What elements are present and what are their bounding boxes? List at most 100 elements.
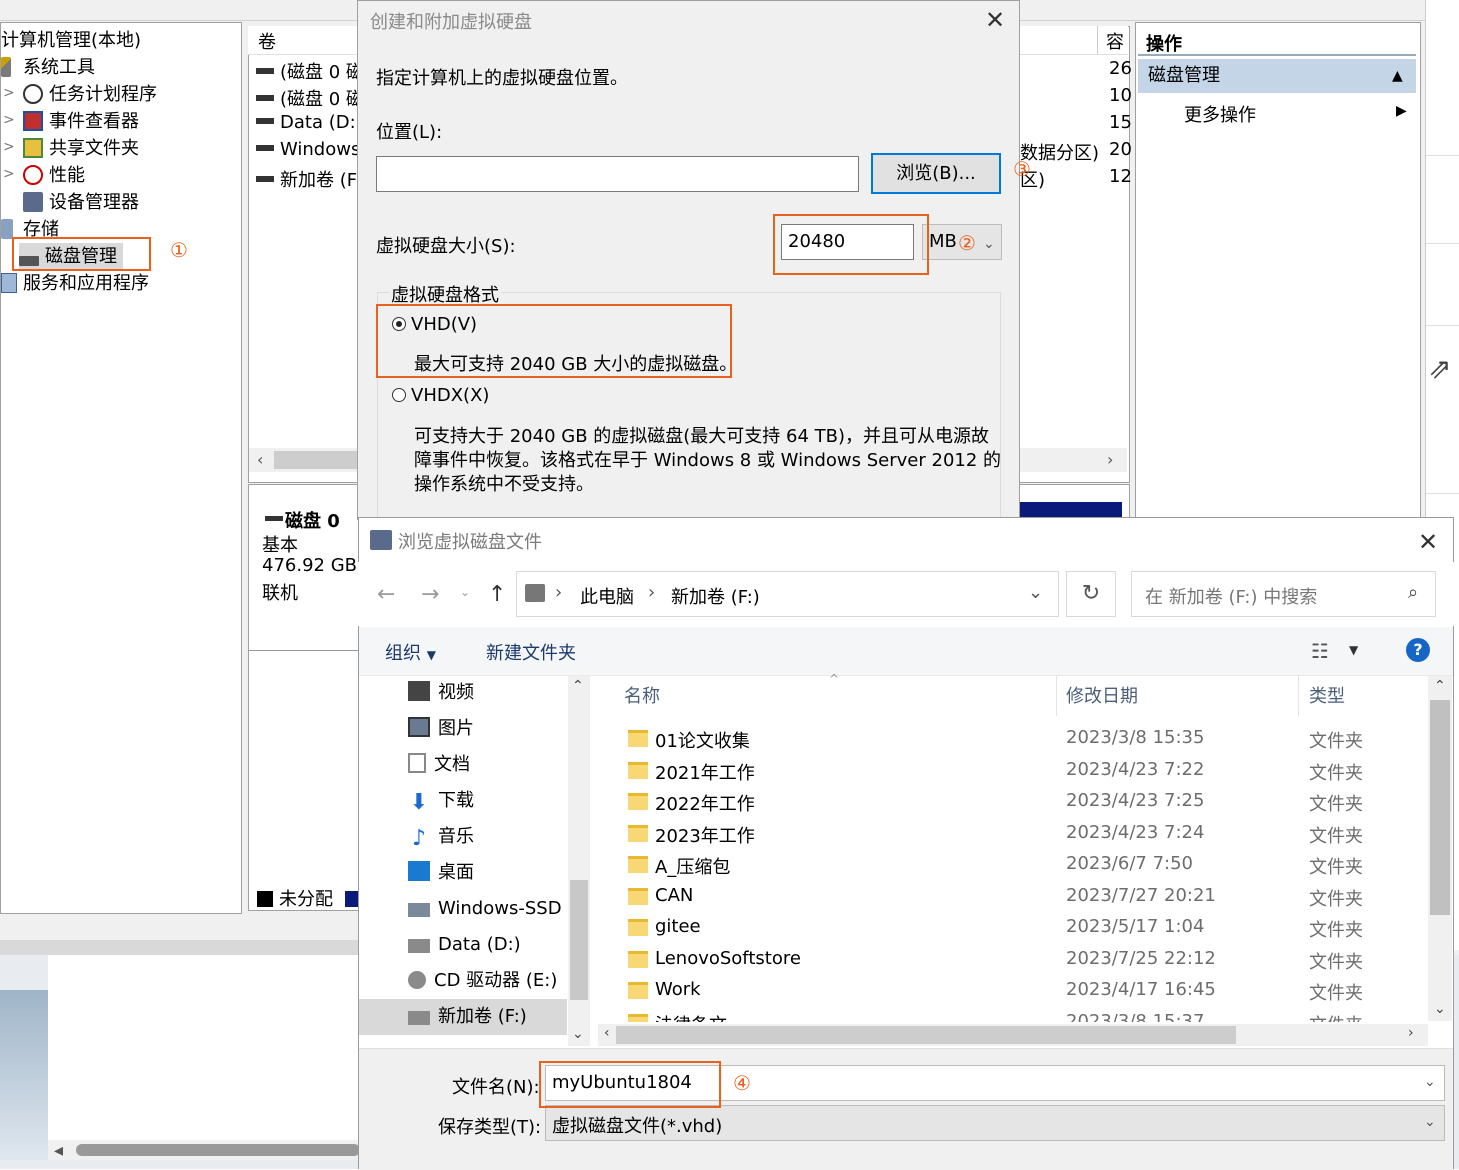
disk-info[interactable]: 磁盘 0 基本 476.92 GB 联机 <box>249 485 359 651</box>
file-row[interactable]: 01论文收集 2023/3/8 15:35 文件夹 <box>600 724 1426 755</box>
file-row[interactable]: gitee 2023/5/17 1:04 文件夹 <box>600 913 1426 944</box>
chevron-right-icon[interactable]: > <box>3 166 15 182</box>
nav-item-drive-f[interactable]: 新加卷 (F:) <box>408 1000 527 1034</box>
tree-item-device-manager[interactable]: 设备管理器 <box>23 189 139 216</box>
background-horizontal-scrollbar[interactable]: ◂ <box>48 1140 360 1161</box>
share-icon[interactable]: ⇗ <box>1428 352 1451 385</box>
chevron-down-icon: ⌄ <box>983 236 995 252</box>
more-actions[interactable]: 更多操作 <box>1184 101 1256 127</box>
chevron-down-icon[interactable]: ⌄ <box>1424 1074 1436 1090</box>
file-date: 2023/6/7 7:50 <box>1066 853 1193 874</box>
nav-scroll-thumb[interactable] <box>570 880 588 1000</box>
annotation-2: ② <box>958 231 976 255</box>
volume-row[interactable]: (磁盘 0 磁 <box>256 58 364 84</box>
help-icon[interactable]: ? <box>1406 638 1430 662</box>
scroll-down-icon[interactable]: ⌄ <box>572 1026 584 1042</box>
file-row[interactable]: LenovoSoftstore 2023/7/25 22:12 文件夹 <box>600 945 1426 976</box>
back-arrow-icon[interactable]: ← <box>377 582 395 607</box>
column-capacity[interactable]: 容 <box>1106 28 1124 54</box>
scroll-down-icon[interactable]: ⌄ <box>1434 1001 1446 1017</box>
nav-item-documents[interactable]: 文档 <box>408 748 470 782</box>
scroll-thumb[interactable] <box>274 451 364 469</box>
close-icon[interactable]: ✕ <box>1418 530 1438 554</box>
chevron-right-icon[interactable]: > <box>3 85 15 101</box>
nav-item-downloads[interactable]: ⬇ 下载 <box>408 784 474 818</box>
tree-item-task-scheduler[interactable]: 任务计划程序 <box>23 81 157 108</box>
scroll-left-icon[interactable]: ‹ <box>604 1025 610 1041</box>
file-row[interactable]: CAN 2023/7/27 20:21 文件夹 <box>600 882 1426 913</box>
vhdx-radio[interactable]: VHDX(X) <box>392 385 489 406</box>
file-row[interactable]: Work 2023/4/17 16:45 文件夹 <box>600 976 1426 1007</box>
tree-item-performance[interactable]: 性能 <box>23 162 85 189</box>
file-row[interactable]: 2022年工作 2023/4/23 7:25 文件夹 <box>600 787 1426 818</box>
tree-item-system-tools[interactable]: 系统工具 <box>1 54 95 81</box>
chevron-right-icon[interactable]: > <box>3 139 15 155</box>
chevron-right-icon[interactable]: > <box>3 112 15 128</box>
legend: 未分配 <box>257 885 367 911</box>
recent-chevron-icon[interactable]: ⌄ <box>460 585 470 599</box>
volume-row[interactable]: (磁盘 0 磁 <box>256 85 364 111</box>
nav-item-pictures[interactable]: 图片 <box>408 712 474 746</box>
file-row[interactable]: A_压缩包 2023/6/7 7:50 文件夹 <box>600 850 1426 881</box>
tree-item-services-apps[interactable]: 服务和应用程序 <box>1 270 149 297</box>
up-arrow-icon[interactable]: ↑ <box>488 582 506 607</box>
address-bar[interactable]: › 此电脑 › 新加卷 (F:) ⌄ <box>516 571 1059 617</box>
scroll-left-icon[interactable]: ◂ <box>54 1140 63 1161</box>
chevron-down-icon[interactable]: ⌄ <box>1028 582 1043 603</box>
search-box[interactable]: 在 新加卷 (F:) 中搜索 ⌕ <box>1131 571 1436 617</box>
scroll-up-icon[interactable]: ⌃ <box>1434 678 1446 694</box>
nav-item-music[interactable]: ♪ 音乐 <box>408 820 474 854</box>
volume-row[interactable]: 新加卷 (F: <box>256 166 362 192</box>
column-volume[interactable]: 卷 <box>258 28 276 54</box>
file-row[interactable]: 2021年工作 2023/4/23 7:22 文件夹 <box>600 756 1426 787</box>
scroll-thumb[interactable] <box>76 1144 360 1156</box>
volume-row[interactable]: Data (D:) <box>256 112 363 133</box>
file-row[interactable]: 2023年工作 2023/4/23 7:24 文件夹 <box>600 819 1426 850</box>
file-scroll-thumb[interactable] <box>1430 700 1450 915</box>
column-divider[interactable] <box>1056 676 1057 716</box>
organize-button[interactable]: 组织 ▼ <box>385 639 436 665</box>
refresh-button[interactable]: ↻ <box>1066 571 1116 617</box>
breadcrumb-drive-f[interactable]: 新加卷 (F:) <box>671 583 760 609</box>
chevron-down-icon[interactable]: ⌄ <box>1424 1114 1436 1130</box>
file-row[interactable]: 法律条文 2023/3/8 15:37 文件夹 <box>600 1008 1426 1022</box>
forward-arrow-icon[interactable]: → <box>421 582 439 607</box>
nav-item-videos[interactable]: 视频 <box>408 676 474 710</box>
nav-item-desktop[interactable]: 桌面 <box>408 856 474 890</box>
filetype-select[interactable]: 虚拟磁盘文件(*.vhd) ⌄ <box>545 1105 1445 1141</box>
nav-item-cd-drive[interactable]: CD 驱动器 (E:) <box>408 964 557 998</box>
scroll-right-icon[interactable]: › <box>1107 450 1113 469</box>
folder-icon <box>628 950 648 968</box>
location-input[interactable] <box>376 156 859 192</box>
column-divider[interactable] <box>1298 676 1299 716</box>
radio-unselected[interactable] <box>392 388 406 402</box>
file-hscroll-thumb[interactable] <box>616 1026 1236 1044</box>
column-modified[interactable]: 修改日期 <box>1066 682 1138 708</box>
scroll-up-icon[interactable]: ⌃ <box>572 678 584 694</box>
tree-item-shared-folders[interactable]: 共享文件夹 <box>23 135 139 162</box>
breadcrumb-this-pc[interactable]: 此电脑 <box>580 583 634 609</box>
breadcrumb-separator-icon: › <box>648 582 656 603</box>
new-folder-button[interactable]: 新建文件夹 <box>486 639 576 665</box>
collapse-up-icon[interactable]: ▲ <box>1392 59 1403 93</box>
disk-size: 476.92 GB <box>262 555 358 576</box>
scroll-right-icon[interactable]: › <box>1408 1025 1414 1041</box>
close-icon[interactable]: ✕ <box>985 8 1005 32</box>
column-name[interactable]: 名称 <box>624 682 660 708</box>
actions-section-disk-management[interactable]: 磁盘管理 ▲ <box>1138 59 1416 93</box>
cd-drive-icon <box>408 971 426 989</box>
nav-item-data-d[interactable]: Data (D:) <box>408 928 521 962</box>
view-options-icon[interactable]: ☷ <box>1311 639 1329 663</box>
caret-down-icon[interactable]: ▼ <box>1349 643 1358 657</box>
volume-row[interactable]: Windows <box>256 139 360 160</box>
browse-button[interactable]: 浏览(B)... <box>871 153 1001 194</box>
nav-item-windows-ssd[interactable]: Windows-SSD ( <box>408 892 574 926</box>
tree-root[interactable]: 计算机管理(本地) <box>1 27 141 54</box>
file-date: 2023/3/8 15:35 <box>1066 727 1205 748</box>
column-type[interactable]: 类型 <box>1309 682 1345 708</box>
file-name: 01论文收集 <box>655 731 750 752</box>
size-label: 虚拟硬盘大小(S): <box>376 236 516 257</box>
scroll-left-icon[interactable]: ‹ <box>257 450 263 469</box>
tree-item-event-viewer[interactable]: 事件查看器 <box>23 108 139 135</box>
folder-icon <box>628 793 648 810</box>
